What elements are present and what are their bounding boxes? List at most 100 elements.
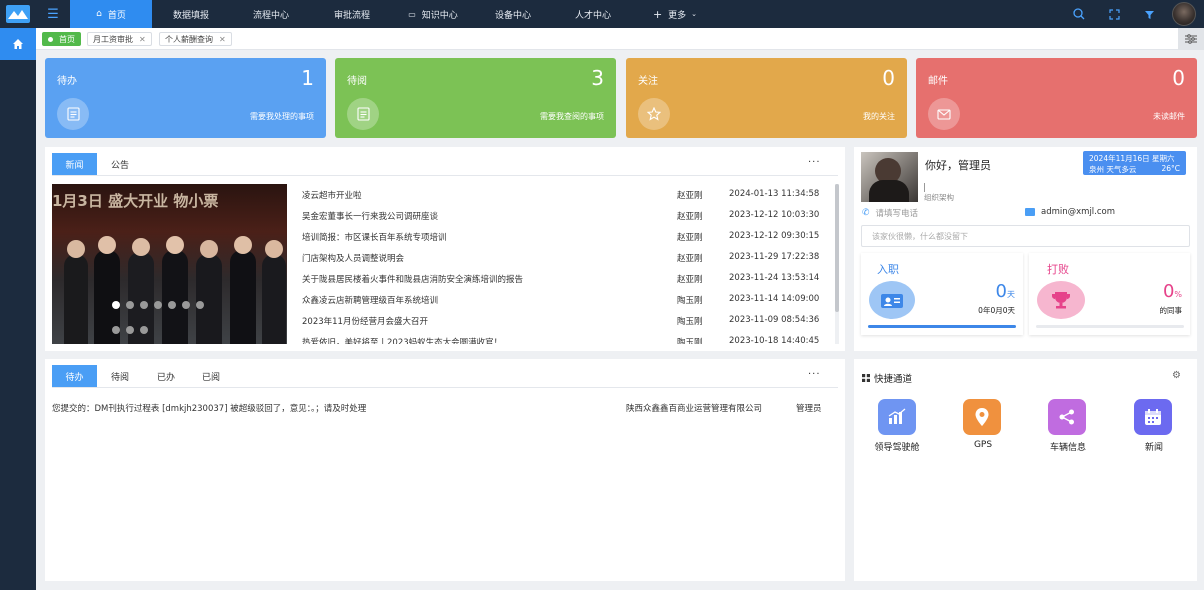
stat-card-desc: 未读邮件 bbox=[1153, 112, 1185, 121]
news-list-item[interactable]: 众鑫凌云店新聘管理级百年系统培训 陶玉刚 2023-11-14 14:09:00 bbox=[302, 294, 822, 315]
carousel-dot[interactable] bbox=[126, 301, 134, 309]
stat-card-todo[interactable]: 待办 1 需要我处理的事项 bbox=[45, 58, 326, 138]
stat-card-follow[interactable]: 关注 0 我的关注 bbox=[626, 58, 907, 138]
news-tabs-divider bbox=[52, 175, 838, 176]
page-tab-label: 月工资审批 bbox=[93, 34, 133, 44]
news-list-item[interactable]: 关于陇县居民楼着火事件和陇县店消防安全演练培训的报告 赵亚刚 2023-11-24 … bbox=[302, 273, 822, 294]
app-logo[interactable] bbox=[0, 0, 36, 28]
phone-placeholder: 请填写电话 bbox=[875, 209, 919, 219]
carousel-dot[interactable] bbox=[168, 301, 176, 309]
tab-toread[interactable]: 待阅 bbox=[100, 365, 140, 387]
carousel-dot[interactable] bbox=[140, 301, 148, 309]
menu-toggle-icon[interactable]: ☰ bbox=[36, 0, 70, 28]
signature-input[interactable]: 该家伙很懒，什么都没留下 bbox=[861, 225, 1190, 247]
beat-card[interactable]: 打败 0% 的同事 bbox=[1029, 253, 1190, 335]
quick-item-label[interactable]: 领导驾驶舱 bbox=[857, 440, 937, 453]
page-tab-salary-query[interactable]: 个人薪酬查询 ✕ bbox=[159, 32, 232, 46]
quick-item-gps[interactable] bbox=[963, 399, 1001, 435]
news-list-item[interactable]: 凌云超市开业啦 赵亚刚 2024-01-13 11:34:58 bbox=[302, 189, 822, 210]
stat-card-title: 待阅 bbox=[347, 76, 367, 87]
news-author: 陶玉刚 bbox=[677, 338, 703, 344]
tab-news[interactable]: 新闻 bbox=[52, 153, 97, 175]
quick-item-vehicle[interactable] bbox=[1048, 399, 1086, 435]
tab-todo[interactable]: 待办 bbox=[52, 365, 97, 387]
news-list-scrollbar[interactable] bbox=[835, 184, 839, 344]
quick-item-label[interactable]: 车辆信息 bbox=[1028, 440, 1108, 453]
news-list-item[interactable]: 门店架构及人员调整说明会 赵亚刚 2023-11-29 17:22:38 bbox=[302, 252, 822, 273]
dot-icon bbox=[48, 36, 53, 42]
page-tab-home[interactable]: 首页 bbox=[42, 32, 81, 46]
todo-company: 陕西众鑫鑫百商业运营管理有限公司 bbox=[626, 404, 763, 414]
nav-process-center[interactable]: 流程中心 bbox=[240, 0, 302, 28]
nav-knowledge-center[interactable]: ▭ 知识中心 bbox=[400, 0, 466, 28]
nav-talent-center[interactable]: 人才中心 bbox=[562, 0, 624, 28]
notification-icon[interactable] bbox=[1141, 6, 1157, 22]
email-value: admin@xmjl.com bbox=[1041, 207, 1116, 217]
carousel-dot[interactable] bbox=[140, 326, 148, 334]
news-author: 赵亚刚 bbox=[677, 275, 703, 285]
carousel-dot-active[interactable] bbox=[112, 301, 120, 309]
quick-item-label[interactable]: 新闻 bbox=[1114, 440, 1194, 453]
plus-icon: + bbox=[652, 7, 663, 21]
close-icon[interactable]: ✕ bbox=[139, 35, 146, 44]
quick-item-dashboard[interactable] bbox=[878, 399, 916, 435]
weather-city: 泉州 天气多云 bbox=[1089, 165, 1137, 174]
carousel-dot[interactable] bbox=[126, 326, 134, 334]
nav-data-entry[interactable]: 数据填报 bbox=[160, 0, 222, 28]
nav-device-center[interactable]: 设备中心 bbox=[482, 0, 544, 28]
page-tab-label: 首页 bbox=[59, 34, 75, 44]
carousel-dot[interactable] bbox=[196, 301, 204, 309]
news-time: 2023-12-12 10:03:30 bbox=[729, 210, 820, 220]
carousel-dot[interactable] bbox=[182, 301, 190, 309]
id-card-icon bbox=[869, 281, 915, 319]
phone-field[interactable]: ✆ 请填写电话 bbox=[862, 207, 918, 219]
user-avatar[interactable] bbox=[1172, 2, 1196, 26]
quick-access-panel bbox=[854, 359, 1197, 581]
close-icon[interactable]: ✕ bbox=[219, 35, 226, 44]
news-list-item[interactable]: 2023年11月份经营月会盛大召开 陶玉刚 2023-11-09 08:54:36 bbox=[302, 315, 822, 336]
email-field[interactable]: admin@xmjl.com bbox=[1025, 207, 1115, 217]
page-tab-label: 个人薪酬查询 bbox=[165, 34, 213, 44]
gear-icon[interactable]: ⚙ bbox=[1172, 370, 1181, 381]
stat-card-toread[interactable]: 待阅 3 需要我查阅的事项 bbox=[335, 58, 616, 138]
sidebar-home-button[interactable] bbox=[0, 28, 36, 60]
carousel-dot[interactable] bbox=[154, 301, 162, 309]
search-icon[interactable] bbox=[1071, 6, 1087, 22]
nav-approval-flow[interactable]: 审批流程 bbox=[321, 0, 383, 28]
fullscreen-icon[interactable] bbox=[1106, 6, 1122, 22]
stat-card-desc: 我的关注 bbox=[863, 112, 895, 121]
nav-home[interactable]: ⌂ 首页 bbox=[70, 0, 152, 28]
calendar-icon bbox=[1145, 409, 1161, 425]
news-list-item[interactable]: 吴金宏董事长一行来我公司调研座谈 赵亚刚 2023-12-12 10:03:30 bbox=[302, 210, 822, 231]
tab-read[interactable]: 已阅 bbox=[191, 365, 231, 387]
entry-card[interactable]: 入职 0天 0年0月0天 bbox=[861, 253, 1023, 335]
tab-notice[interactable]: 公告 bbox=[100, 153, 140, 175]
page-tab-salary-approval[interactable]: 月工资审批 ✕ bbox=[87, 32, 152, 46]
carousel-dot[interactable] bbox=[112, 326, 120, 334]
news-title: 关于陇县居民楼着火事件和陇县店消防安全演练培训的报告 bbox=[302, 275, 524, 285]
nav-home-label: 首页 bbox=[107, 10, 126, 21]
quick-item-label[interactable]: GPS bbox=[943, 440, 1023, 450]
entry-card-progress bbox=[868, 325, 1016, 328]
stat-card-title: 关注 bbox=[638, 76, 658, 87]
quick-item-news[interactable] bbox=[1134, 399, 1172, 435]
carousel-pagination[interactable] bbox=[112, 301, 204, 309]
page-tabs-bar: 首页 月工资审批 ✕ 个人薪酬查询 ✕ bbox=[36, 28, 1204, 50]
settings-sliders-icon[interactable] bbox=[1178, 28, 1204, 50]
nav-more[interactable]: + 更多 ⌄ bbox=[644, 0, 706, 28]
news-more-button[interactable]: ··· bbox=[808, 157, 821, 168]
tab-done-label: 已办 bbox=[156, 372, 175, 383]
news-title: 热爱依旧，美好将至丨2023蚂蚁生态大会圆满收官！ bbox=[302, 338, 503, 344]
news-list-item[interactable]: 培训简报：市区课长百年系统专项培训 赵亚刚 2023-12-12 09:30:15 bbox=[302, 231, 822, 252]
news-author: 赵亚刚 bbox=[677, 233, 703, 243]
todo-more-button[interactable]: ··· bbox=[808, 369, 821, 380]
news-list-item[interactable]: 热爱依旧，美好将至丨2023蚂蚁生态大会圆满收官！ 陶玉刚 2023-10-18 1… bbox=[302, 336, 822, 344]
news-carousel[interactable]: 1月3日 盛大开业 物小票 bbox=[52, 184, 287, 344]
home-icon: ⌂ bbox=[96, 9, 102, 19]
stat-card-mail[interactable]: 邮件 0 未读邮件 bbox=[916, 58, 1197, 138]
stat-card-count: 1 bbox=[301, 66, 314, 90]
logo-icon bbox=[6, 5, 30, 23]
tab-done[interactable]: 已办 bbox=[146, 365, 186, 387]
profile-avatar[interactable] bbox=[861, 152, 918, 202]
carousel-pagination-row2[interactable] bbox=[112, 326, 148, 334]
